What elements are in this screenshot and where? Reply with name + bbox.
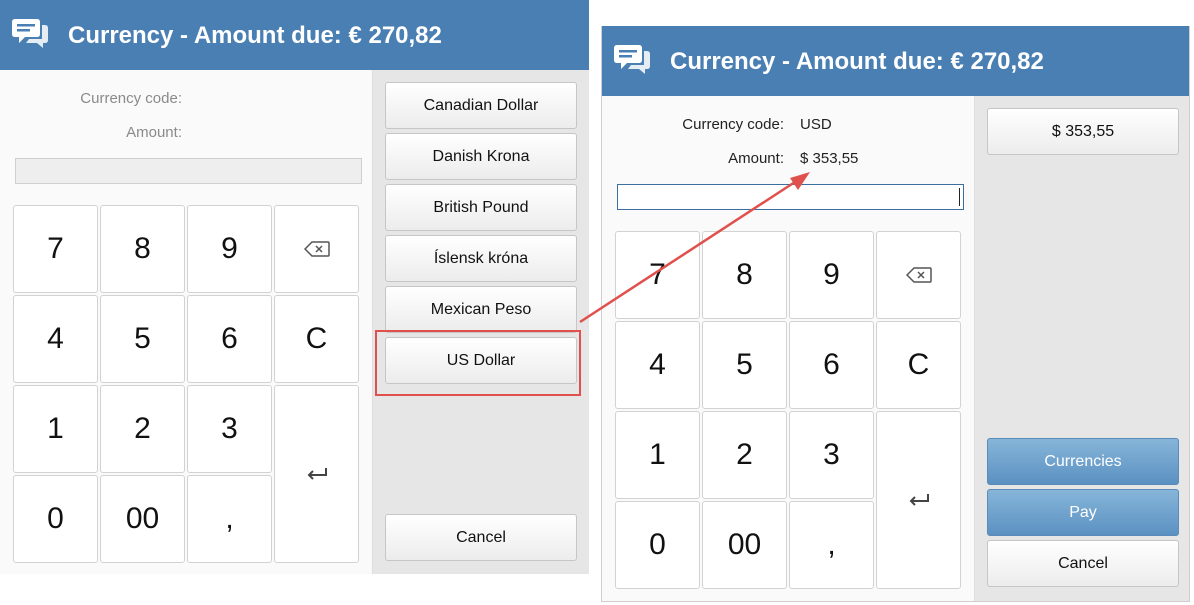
key-9[interactable]: 9 (187, 205, 272, 293)
enter-icon (909, 494, 929, 506)
currency-code-label: Currency code: (682, 116, 784, 133)
key-2[interactable]: 2 (702, 411, 787, 499)
quick-amount-button[interactable]: $ 353,55 (987, 108, 1179, 155)
chat-icon (12, 19, 48, 48)
clear-key[interactable]: C (876, 321, 961, 409)
cancel-button[interactable]: Cancel (385, 514, 577, 561)
dialog-header: Currency - Amount due: € 270,82 (602, 26, 1189, 96)
cancel-button[interactable]: Cancel (987, 540, 1179, 587)
backspace-key[interactable] (876, 231, 961, 319)
clear-key[interactable]: C (274, 295, 359, 383)
key-4[interactable]: 4 (13, 295, 98, 383)
currency-button-british-pound[interactable]: British Pound (385, 184, 577, 231)
chat-icon (614, 45, 650, 74)
key-00[interactable]: 00 (702, 501, 787, 589)
numeric-keypad: 7 8 9 4 5 6 C 1 2 3 0 00 , (13, 205, 361, 563)
currency-dialog-before: Currency - Amount due: € 270,82 Currency… (0, 0, 589, 574)
currency-button-danish-krona[interactable]: Danish Krona (385, 133, 577, 180)
key-comma[interactable]: , (187, 475, 272, 563)
key-8[interactable]: 8 (702, 231, 787, 319)
key-comma[interactable]: , (789, 501, 874, 589)
key-1[interactable]: 1 (13, 385, 98, 473)
currency-button-canadian-dollar[interactable]: Canadian Dollar (385, 82, 577, 129)
dialog-header: Currency - Amount due: € 270,82 (0, 0, 589, 70)
backspace-key[interactable] (274, 205, 359, 293)
key-5[interactable]: 5 (100, 295, 185, 383)
key-00[interactable]: 00 (100, 475, 185, 563)
currency-button-islensk-krona[interactable]: Íslensk króna (385, 235, 577, 282)
amount-label: Amount: (126, 124, 182, 141)
amount-input[interactable] (617, 184, 964, 210)
backspace-icon (905, 267, 932, 283)
key-3[interactable]: 3 (187, 385, 272, 473)
key-5[interactable]: 5 (702, 321, 787, 409)
currency-code-value: USD (800, 116, 832, 133)
backspace-icon (303, 241, 330, 257)
enter-key[interactable] (274, 385, 359, 563)
key-6[interactable]: 6 (187, 295, 272, 383)
currency-dialog-after: Currency - Amount due: € 270,82 Currency… (601, 26, 1190, 602)
highlight-box (375, 330, 581, 396)
dialog-title: Currency - Amount due: € 270,82 (68, 22, 442, 49)
currency-button-mexican-peso[interactable]: Mexican Peso (385, 286, 577, 333)
enter-icon (307, 468, 327, 480)
amount-input[interactable] (15, 158, 362, 184)
currencies-button[interactable]: Currencies (987, 438, 1179, 485)
key-3[interactable]: 3 (789, 411, 874, 499)
key-2[interactable]: 2 (100, 385, 185, 473)
currency-list-panel: Canadian Dollar Danish Krona British Pou… (373, 70, 589, 574)
entry-panel: Currency code: USD Amount: $ 353,55 7 8 … (602, 96, 975, 601)
amount-label: Amount: (728, 150, 784, 167)
key-9[interactable]: 9 (789, 231, 874, 319)
pay-button[interactable]: Pay (987, 489, 1179, 536)
key-1[interactable]: 1 (615, 411, 700, 499)
key-0[interactable]: 0 (615, 501, 700, 589)
numeric-keypad: 7 8 9 4 5 6 C 1 2 3 0 00 , (615, 231, 963, 589)
key-7[interactable]: 7 (615, 231, 700, 319)
key-6[interactable]: 6 (789, 321, 874, 409)
currency-code-label: Currency code: (80, 90, 182, 107)
key-4[interactable]: 4 (615, 321, 700, 409)
entry-panel: Currency code: Amount: 7 8 9 4 5 6 C 1 2 (0, 70, 373, 574)
key-7[interactable]: 7 (13, 205, 98, 293)
action-panel: $ 353,55 Currencies Pay Cancel (975, 96, 1189, 601)
key-8[interactable]: 8 (100, 205, 185, 293)
amount-value: $ 353,55 (800, 150, 859, 167)
key-0[interactable]: 0 (13, 475, 98, 563)
dialog-title: Currency - Amount due: € 270,82 (670, 48, 1044, 75)
text-caret (959, 188, 960, 206)
enter-key[interactable] (876, 411, 961, 589)
